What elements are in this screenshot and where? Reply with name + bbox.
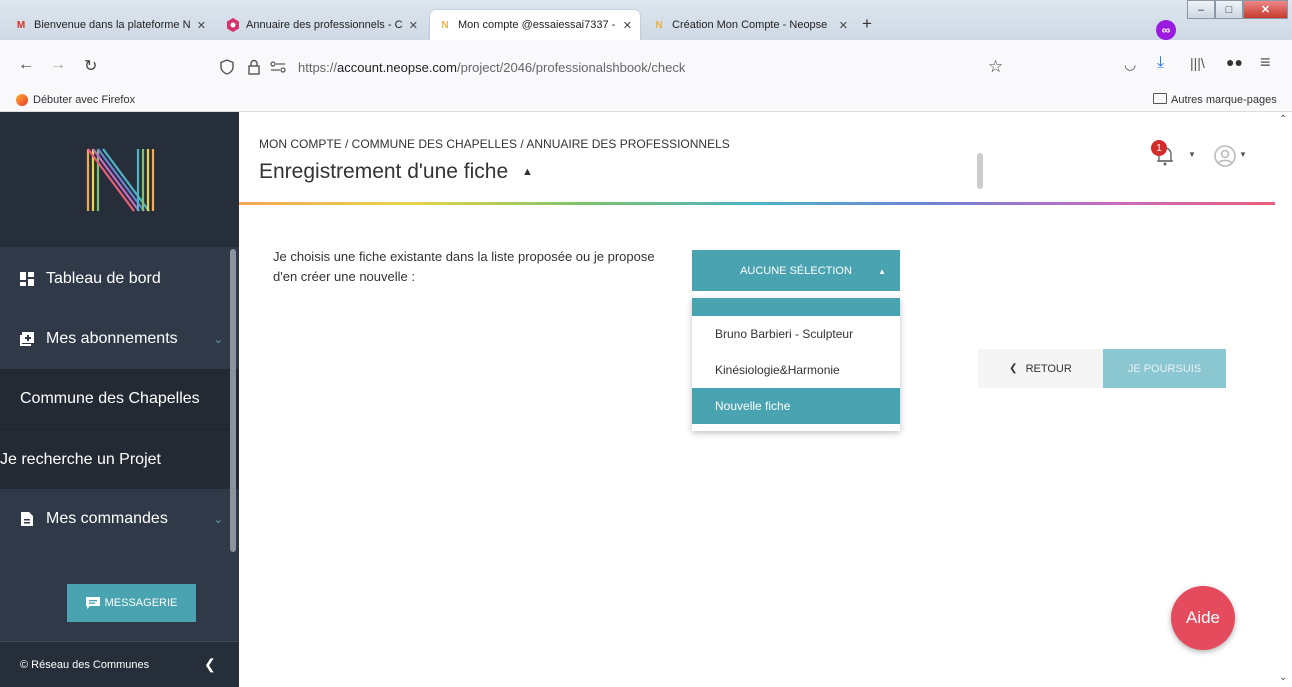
gmail-icon: M: [16, 19, 26, 31]
pocket-icon[interactable]: ◡: [1124, 56, 1136, 73]
notification-badge: 1: [1151, 140, 1167, 156]
page-scrollbar[interactable]: ⌃ ⌄: [1275, 112, 1292, 687]
shield-icon: [220, 59, 234, 75]
close-icon[interactable]: ✕: [623, 19, 632, 32]
sidebar-item-subscriptions[interactable]: Mes abonnements ⌄: [0, 309, 239, 369]
menu-icon[interactable]: ≡: [1260, 52, 1271, 73]
back-button[interactable]: ❮ RETOUR: [978, 349, 1103, 388]
sidebar-item-orders[interactable]: Mes commandes ⌄: [0, 489, 239, 549]
option-kinesiologie[interactable]: Kinésiologie&Harmonie: [692, 352, 900, 388]
header-divider: [239, 202, 1275, 205]
chevron-down-icon[interactable]: ⌄: [214, 333, 223, 346]
forward-arrow-icon[interactable]: →: [50, 56, 66, 74]
folder-icon: [1153, 93, 1167, 104]
neopse-icon: N: [655, 19, 663, 31]
dashboard-icon: [20, 272, 34, 286]
tab-label: Bienvenue dans la plateforme N: [34, 19, 191, 31]
sidebar-footer: © Réseau des Communes ❮: [0, 641, 239, 687]
help-button[interactable]: Aide: [1171, 586, 1235, 650]
sidebar-item-commune[interactable]: Commune des Chapelles: [0, 369, 239, 429]
collapse-sidebar-icon[interactable]: ❮: [204, 656, 216, 673]
firefox-icon: [16, 94, 28, 106]
fiche-options-menu: Bruno Barbieri - Sculpteur Kinésiologie&…: [692, 298, 900, 431]
caret-up-icon[interactable]: ▲: [522, 166, 533, 178]
option-nouvelle-fiche[interactable]: Nouvelle fiche: [692, 388, 900, 424]
sidebar-scrollbar[interactable]: [230, 249, 236, 552]
minimize-icon[interactable]: –: [1187, 0, 1215, 19]
tab-label: Annuaire des professionnels - C: [246, 19, 403, 31]
messagerie-label: MESSAGERIE: [104, 597, 178, 609]
sidebar-item-dashboard[interactable]: Tableau de bord: [0, 249, 239, 309]
header-scroll-thumb[interactable]: [977, 153, 983, 189]
scroll-down-icon[interactable]: ⌄: [1279, 672, 1287, 683]
bookmarks-bar: Débuter avec Firefox Autres marque-pages: [0, 90, 1292, 112]
download-icon[interactable]: ⤓: [1157, 54, 1164, 72]
option-bruno-barbieri[interactable]: Bruno Barbieri - Sculpteur: [692, 316, 900, 352]
neopse-logo-icon: [86, 147, 154, 212]
browser-tab-4[interactable]: N Création Mon Compte - Neopse ✕: [644, 10, 856, 40]
close-window-icon[interactable]: ✕: [1243, 0, 1288, 19]
sidebar-item-label: Je recherche un Projet: [0, 450, 161, 468]
page-title[interactable]: Enregistrement d'une fiche ▲: [259, 160, 533, 184]
fiche-select-dropdown[interactable]: AUCUNE SÉLECTION ▲: [692, 250, 900, 291]
orders-icon: [21, 512, 33, 526]
lock-icon: [248, 59, 260, 75]
scroll-up-icon[interactable]: ⌃: [1279, 114, 1287, 125]
url-text[interactable]: https://account.neopse.com/project/2046/…: [298, 60, 685, 75]
sidebar: Tableau de bord Mes abonnements ⌄ Commun…: [0, 112, 239, 687]
breadcrumb: MON COMPTE / COMMUNE DES CHAPELLES / ANN…: [259, 137, 730, 151]
browser-tab-3[interactable]: N Mon compte @essaiessai7337 - ✕: [430, 10, 640, 40]
sidebar-item-project-search[interactable]: Je recherche un Projet: [0, 429, 239, 489]
site-icon: [226, 18, 240, 32]
new-tab-button[interactable]: +: [862, 14, 872, 34]
browser-tab-1[interactable]: M Bienvenue dans la plateforme N ✕: [6, 10, 214, 40]
caret-down-icon[interactable]: ▼: [1239, 150, 1247, 159]
library-icon[interactable]: |||\: [1190, 55, 1205, 71]
tab-label: Création Mon Compte - Neopse: [672, 19, 828, 31]
sidebar-item-label: Mes commandes: [46, 510, 168, 527]
subscriptions-icon: [20, 332, 34, 346]
window-controls: – □ ✕: [1187, 0, 1288, 20]
copyright-text: © Réseau des Communes: [20, 658, 150, 671]
sidebar-item-label: Commune des Chapelles: [20, 390, 200, 407]
instruction-text: Je choisis une fiche existante dans la l…: [273, 249, 655, 284]
sidebar-item-label: Mes abonnements: [46, 330, 178, 347]
dropdown-header: [692, 298, 900, 316]
close-icon[interactable]: ✕: [197, 19, 206, 32]
maximize-icon[interactable]: □: [1215, 0, 1243, 19]
url-bar[interactable]: https://account.neopse.com/project/2046/…: [214, 52, 1018, 82]
bookmark-star-icon[interactable]: ☆: [988, 57, 1003, 77]
chevron-left-icon: ❮: [1009, 363, 1018, 374]
private-browsing-icon[interactable]: ∞: [1156, 20, 1176, 40]
sidebar-item-label: Tableau de bord: [46, 270, 161, 287]
avatar[interactable]: [1213, 144, 1237, 168]
messagerie-button[interactable]: MESSAGERIE: [67, 584, 196, 622]
extensions-icon[interactable]: ●●: [1226, 54, 1243, 70]
continue-button[interactable]: JE POURSUIS: [1103, 349, 1226, 388]
back-label: RETOUR: [1025, 362, 1072, 375]
reload-icon[interactable]: ↻: [84, 56, 97, 76]
other-bookmarks[interactable]: Autres marque-pages: [1171, 94, 1277, 106]
chat-icon: [85, 596, 100, 609]
browser-tab-2[interactable]: Annuaire des professionnels - C ✕: [218, 10, 426, 40]
chevron-down-icon[interactable]: ⌄: [214, 513, 223, 526]
logo[interactable]: [0, 112, 239, 247]
permissions-icon: [270, 61, 286, 73]
caret-up-icon: ▲: [878, 267, 886, 276]
back-arrow-icon[interactable]: ←: [18, 56, 34, 74]
neopse-icon: N: [441, 19, 449, 31]
close-icon[interactable]: ✕: [409, 19, 418, 32]
tab-label: Mon compte @essaiessai7337 -: [458, 19, 616, 31]
select-value: AUCUNE SÉLECTION: [740, 264, 852, 277]
caret-down-icon[interactable]: ▼: [1188, 150, 1196, 159]
close-icon[interactable]: ✕: [839, 19, 848, 32]
bookmark-firefox[interactable]: Débuter avec Firefox: [33, 94, 135, 106]
